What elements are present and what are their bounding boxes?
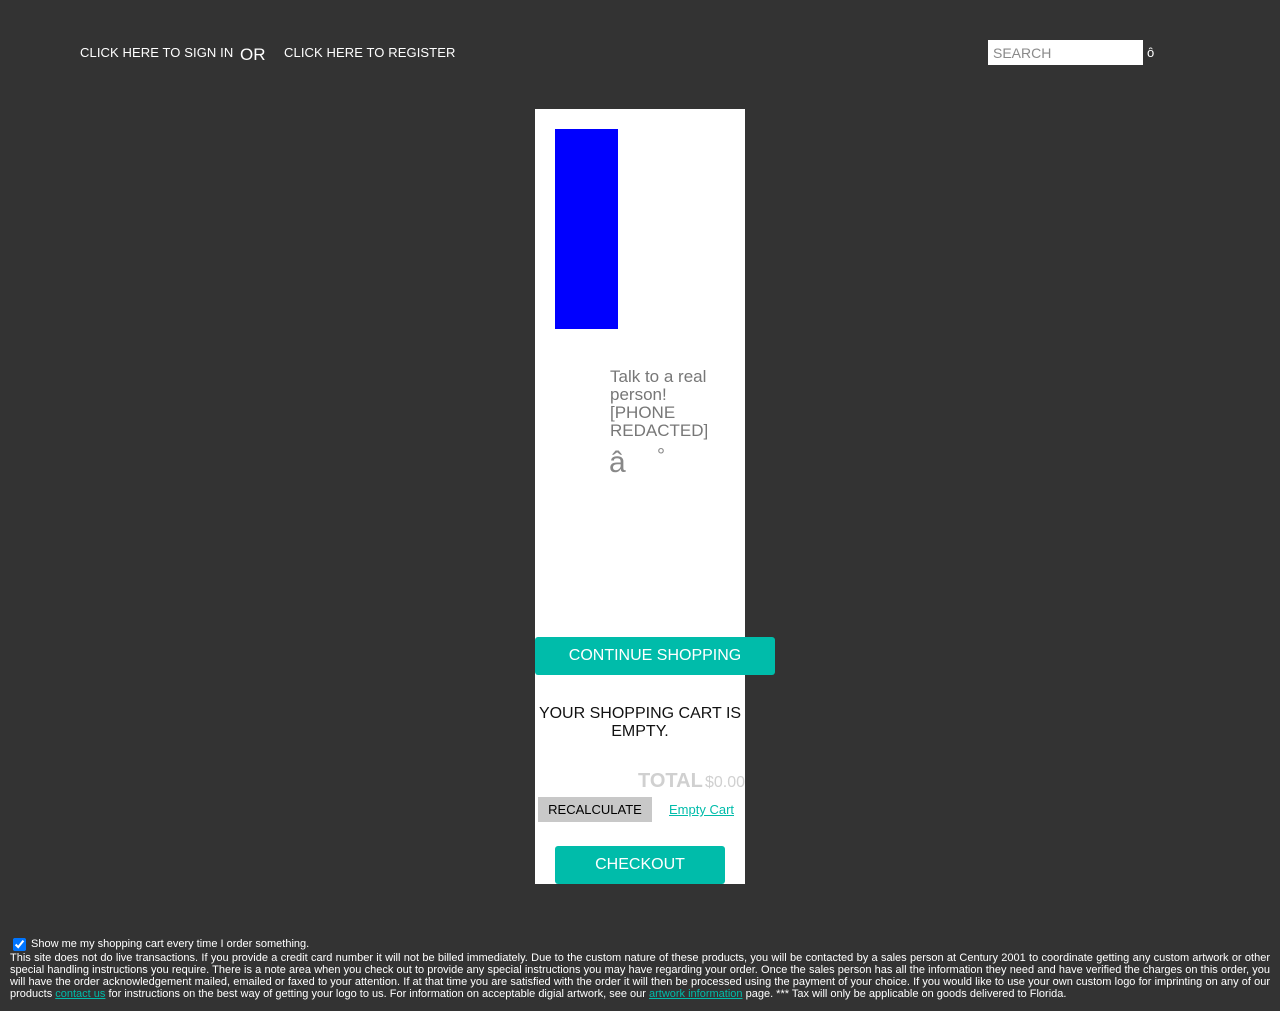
artwork-information-link[interactable]: artwork information [649,988,743,1000]
blue-placeholder-image [555,129,618,329]
search-input[interactable] [988,40,1143,65]
total-label: TOTAL [638,770,703,792]
legal-notice: This site does not do live transactions.… [10,952,1270,1000]
total-value: $0.00 [705,774,746,791]
contact-phone-text: Talk to a real person! [PHONE REDACTED] [610,367,709,440]
notice-text-part2: for instructions on the best way of gett… [108,988,646,1000]
register-link[interactable]: CLICK HERE TO REGISTER [284,45,455,60]
search-icon[interactable]: ȏ [1147,45,1154,60]
continue-shopping-button[interactable]: CONTINUE SHOPPING [535,637,775,675]
checkout-button[interactable]: CHECKOUT [555,846,725,884]
or-separator: OR [240,45,266,64]
footer: Show me my shopping cart every time I or… [10,936,1270,1000]
show-cart-label[interactable]: Show me my shopping cart every time I or… [31,938,309,950]
sign-in-link[interactable]: CLICK HERE TO SIGN IN [80,45,233,60]
empty-cart-link[interactable]: Empty Cart [669,802,734,817]
contact-us-link[interactable]: contact us [55,988,105,1000]
notice-text-part3: page. *** Tax will only be applicable on… [745,988,1067,1000]
broken-glyph-icon: â [609,446,626,479]
cart-panel: Talk to a real person! [PHONE REDACTED] … [535,109,775,884]
recalculate-button[interactable]: RECALCULATE [538,797,652,822]
show-cart-checkbox[interactable] [13,937,26,951]
show-cart-option: Show me my shopping cart every time I or… [10,936,1270,952]
broken-degree-icon: ° [657,445,665,467]
empty-cart-message: YOUR SHOPPING CART IS EMPTY. [538,705,742,740]
